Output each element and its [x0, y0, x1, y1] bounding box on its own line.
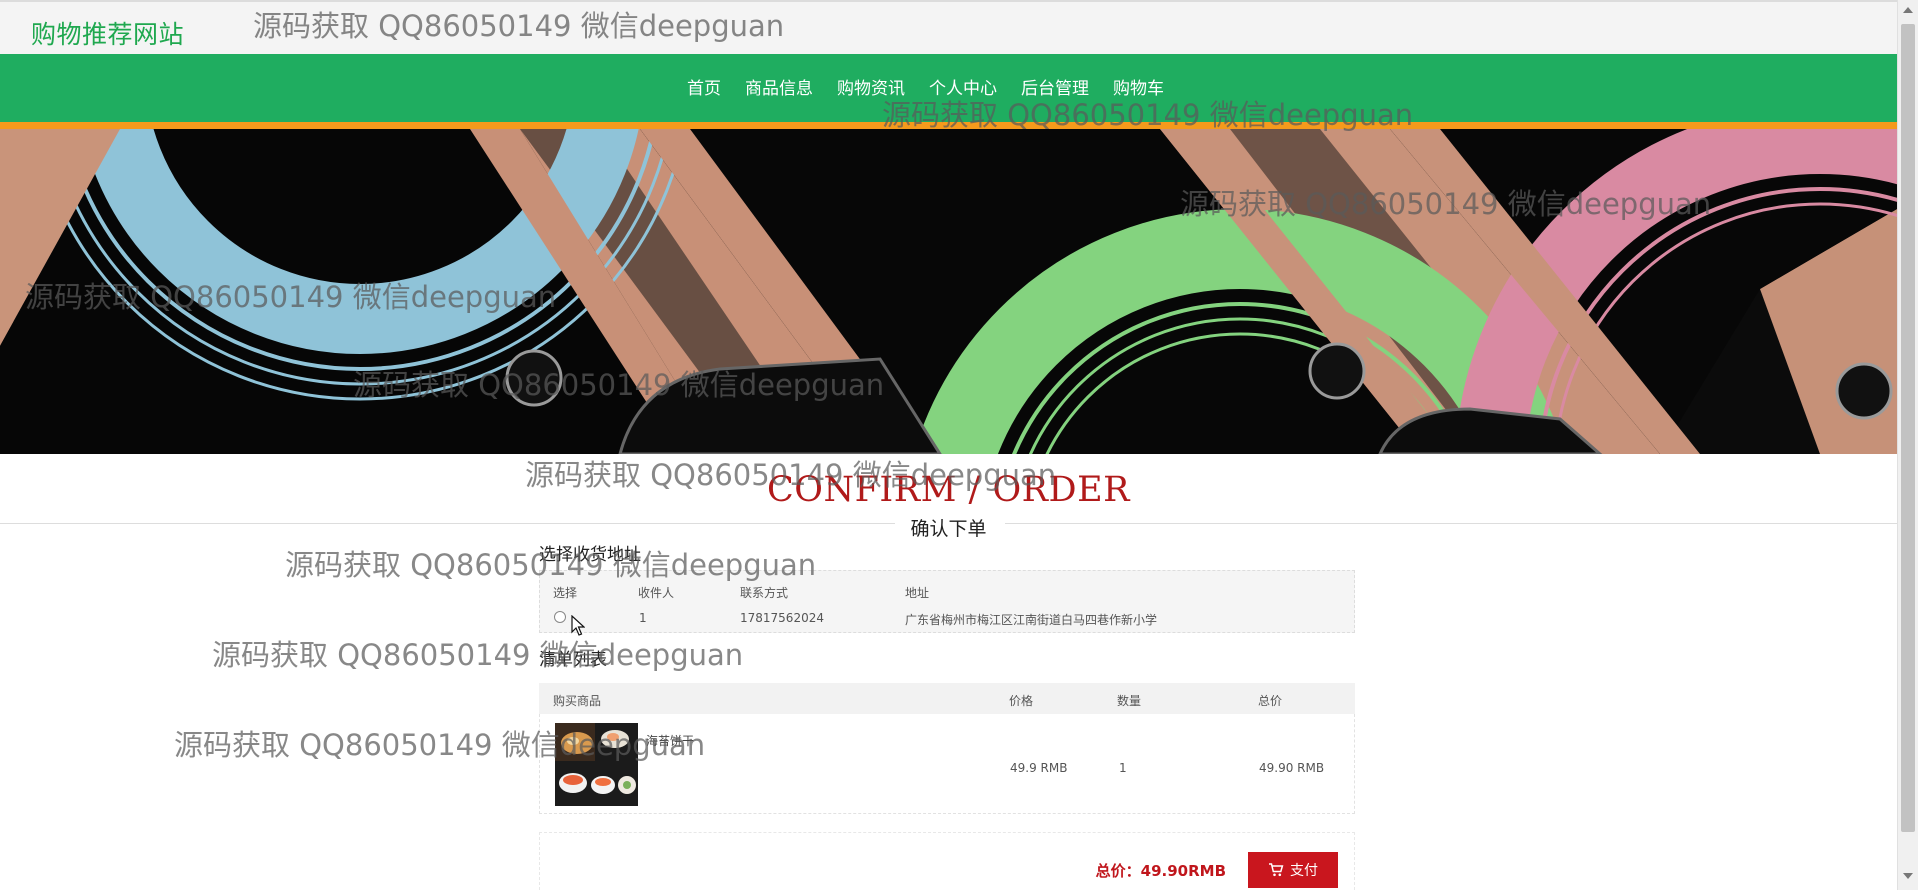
cart-table-header: 购买商品 价格 数量 总价 — [539, 683, 1355, 714]
watermark: 源码获取 QQ86050149 微信deepguan — [212, 638, 744, 672]
cart-item-row: 海苔饼干 49.9 RMB 1 49.90 RMB — [539, 714, 1355, 814]
nav-item-profile[interactable]: 个人中心 — [917, 74, 1009, 99]
scroll-thumb[interactable] — [1901, 24, 1915, 832]
mouse-cursor-icon — [571, 615, 585, 636]
scroll-down-arrow-icon[interactable] — [1903, 873, 1913, 879]
nav-item-cart[interactable]: 购物车 — [1101, 74, 1176, 99]
main-nav: 首页 商品信息 购物资讯 个人中心 后台管理 购物车 — [0, 54, 1897, 122]
cart-col-product: 购买商品 — [553, 694, 602, 708]
product-subtotal: 49.90 RMB — [1259, 761, 1325, 775]
address-text: 广东省梅州市梅江区江南街道白马四巷作新小学 — [905, 613, 1158, 627]
page-title-cn: 确认下单 — [910, 518, 987, 540]
page-title-en: CONFIRM / ORDER — [767, 470, 1130, 510]
address-col-phone: 联系方式 — [740, 586, 789, 600]
address-col-recipient: 收件人 — [638, 586, 675, 600]
nav-item-news[interactable]: 购物资讯 — [825, 74, 917, 99]
accent-divider — [0, 122, 1897, 129]
address-col-select: 选择 — [553, 586, 578, 600]
product-thumbnail[interactable] — [555, 723, 638, 806]
address-phone: 17817562024 — [740, 611, 824, 625]
site-logo[interactable]: 购物推荐网站 — [31, 15, 184, 51]
pay-button[interactable]: 支付 — [1248, 852, 1338, 888]
top-brand-bar: 购物推荐网站 — [0, 0, 1897, 54]
order-total: 总价：49.90RMB — [1095, 862, 1226, 880]
product-qty: 1 — [1119, 761, 1127, 775]
cart-section-label: 清单列表 — [539, 650, 607, 670]
vertical-scrollbar[interactable] — [1897, 0, 1918, 890]
nav-item-admin[interactable]: 后台管理 — [1009, 74, 1101, 99]
cart-col-price: 价格 — [1009, 694, 1034, 708]
product-name[interactable]: 海苔饼干 — [646, 732, 694, 749]
address-col-address: 地址 — [905, 586, 930, 600]
banner-phones-image — [0, 129, 1897, 454]
address-section-label: 选择收货地址 — [539, 545, 641, 565]
order-summary: 总价：49.90RMB 支付 — [539, 832, 1355, 890]
product-price: 49.9 RMB — [1010, 761, 1068, 775]
address-recipient: 1 — [639, 611, 647, 625]
address-table: 选择 收件人 联系方式 地址 1 17817562024 广东省梅州市梅江区江南… — [539, 570, 1355, 633]
nav-item-products[interactable]: 商品信息 — [733, 74, 825, 99]
cart-icon — [1269, 863, 1284, 877]
cart-col-subtotal: 总价 — [1258, 694, 1283, 708]
address-radio[interactable] — [554, 611, 566, 623]
pay-button-label: 支付 — [1290, 863, 1318, 879]
nav-item-home[interactable]: 首页 — [675, 74, 733, 99]
cart-col-qty: 数量 — [1117, 694, 1142, 708]
scroll-up-arrow-icon[interactable] — [1903, 7, 1913, 13]
hero-banner — [0, 129, 1897, 454]
page: 购物推荐网站 首页 商品信息 购物资讯 个人中心 后台管理 购物车 CONFIR… — [0, 0, 1918, 890]
